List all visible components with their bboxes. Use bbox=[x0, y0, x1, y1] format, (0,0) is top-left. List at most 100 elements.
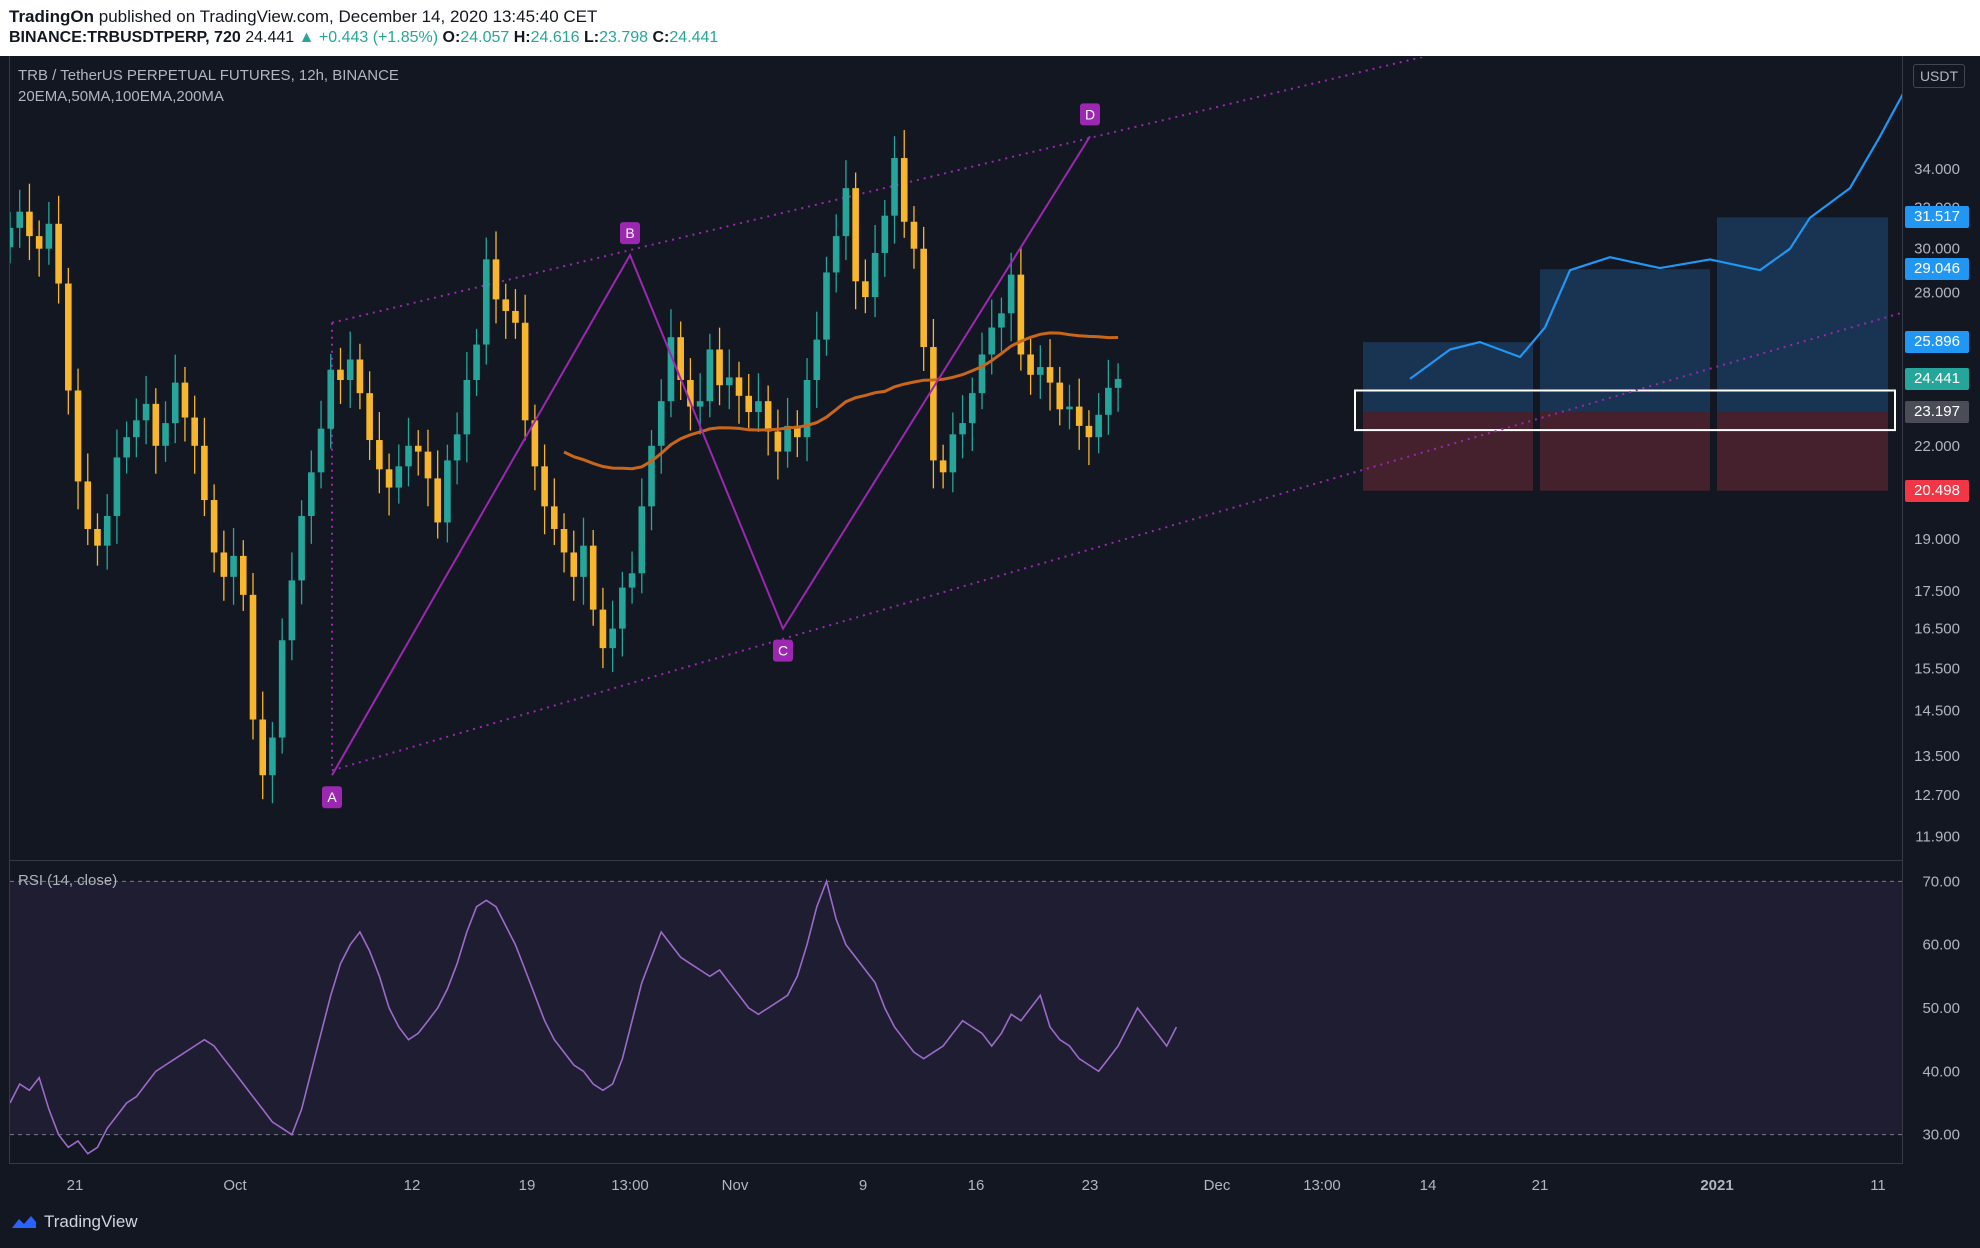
candle-body bbox=[959, 423, 966, 435]
candle-body bbox=[832, 236, 840, 273]
price-tag: 24.441 bbox=[1905, 367, 1969, 390]
pattern-point-label: B bbox=[625, 225, 634, 241]
indicators-label[interactable]: 20EMA,50MA,100EMA,200MA bbox=[18, 88, 224, 105]
time-tick-label: 19 bbox=[519, 1177, 536, 1194]
candle-body bbox=[852, 188, 859, 282]
price-tick-label: 15.500 bbox=[1914, 660, 1960, 677]
candle-body bbox=[492, 259, 500, 300]
candle-body bbox=[278, 640, 286, 738]
published-text: published on TradingView.com, December 1… bbox=[98, 7, 598, 26]
candle-body bbox=[1037, 367, 1044, 375]
candle-body bbox=[1007, 274, 1015, 314]
open-value: 24.057 bbox=[460, 29, 510, 46]
candle-body bbox=[317, 428, 325, 473]
candle-body bbox=[638, 506, 646, 574]
up-triangle-icon: ▲ bbox=[298, 29, 315, 46]
price-tag: 23.197 bbox=[1905, 401, 1969, 424]
currency-button[interactable]: USDT bbox=[1913, 64, 1965, 88]
candle-body bbox=[201, 445, 208, 501]
stop-zone-box bbox=[1540, 412, 1710, 491]
price-chart[interactable]: A B C D 11.900 12.700 13.500 14.500 15.500 16.50… bbox=[0, 56, 1980, 1195]
candle-body bbox=[1095, 414, 1102, 438]
candle-body bbox=[628, 573, 636, 588]
price-tick-label: 14.500 bbox=[1914, 703, 1960, 720]
candle-body bbox=[298, 515, 305, 581]
candle-body bbox=[84, 481, 92, 529]
candle-body bbox=[239, 555, 247, 595]
candle-body bbox=[9, 227, 14, 248]
rsi-tick-label: 70.00 bbox=[1922, 873, 1960, 890]
candle-body bbox=[871, 252, 879, 298]
stop-zone-box bbox=[1363, 412, 1533, 491]
candle-body bbox=[570, 552, 578, 577]
time-tick-label: 9 bbox=[859, 1177, 867, 1194]
footer: TradingView bbox=[0, 1195, 1980, 1248]
publisher-name[interactable]: TradingOn bbox=[9, 7, 94, 26]
price-tick-label: 22.000 bbox=[1914, 438, 1960, 455]
pane-separator[interactable] bbox=[9, 860, 1902, 861]
price-tag: 31.517 bbox=[1905, 206, 1969, 229]
candle-body bbox=[26, 211, 33, 237]
candle-body bbox=[414, 445, 422, 452]
candle-body bbox=[133, 420, 140, 438]
candle-body bbox=[512, 310, 519, 323]
candle-body bbox=[376, 440, 383, 470]
abcd-pattern-line[interactable] bbox=[331, 135, 1091, 776]
time-tick-label: 21 bbox=[67, 1177, 84, 1194]
candle-body bbox=[764, 401, 772, 432]
candle-body bbox=[696, 401, 704, 407]
price-tick-label: 12.700 bbox=[1914, 787, 1960, 804]
channel-upper-line[interactable] bbox=[331, 56, 1450, 324]
close-label: C: bbox=[652, 29, 670, 46]
price-tick-label: 13.500 bbox=[1914, 748, 1960, 765]
rsi-band bbox=[10, 881, 1902, 1135]
candle-body bbox=[657, 401, 665, 446]
candle-body bbox=[220, 552, 228, 577]
candle-body bbox=[813, 339, 821, 380]
tradingview-logo[interactable]: TradingView bbox=[10, 1209, 138, 1235]
candle-body bbox=[551, 506, 558, 529]
candle-body bbox=[755, 401, 762, 413]
time-tick-label: 13:00 bbox=[611, 1177, 649, 1194]
low-label: L: bbox=[584, 29, 600, 46]
last-price: 24.441 bbox=[245, 29, 295, 46]
candle-body bbox=[706, 349, 714, 402]
candle-body bbox=[395, 466, 403, 488]
candle-body bbox=[171, 382, 179, 424]
candle-body bbox=[308, 472, 315, 516]
candle-body bbox=[473, 344, 480, 380]
price-tag: 20.498 bbox=[1905, 479, 1969, 502]
candle-body bbox=[35, 236, 43, 249]
target-zone-box bbox=[1717, 217, 1888, 413]
candle-body bbox=[123, 437, 130, 458]
candle-body bbox=[259, 719, 267, 776]
candle-body bbox=[609, 628, 616, 649]
candle-body bbox=[1027, 354, 1034, 375]
time-tick-label: 12 bbox=[404, 1177, 421, 1194]
left-border bbox=[9, 56, 10, 1164]
candle-body bbox=[346, 359, 354, 380]
candle-body bbox=[648, 445, 655, 507]
low-value: 23.798 bbox=[599, 29, 649, 46]
pattern-point-label: C bbox=[778, 643, 788, 659]
rsi-label[interactable]: RSI (14, close) bbox=[18, 872, 117, 889]
publish-line: TradingOn published on TradingView.com, … bbox=[9, 7, 597, 27]
candle-body bbox=[55, 223, 62, 284]
price-tick-label: 34.000 bbox=[1914, 161, 1960, 178]
ohlc-line: BINANCE:TRBUSDTPERP, 720 24.441 ▲ +0.443… bbox=[9, 29, 718, 47]
pane-title: TRB / TetherUS PERPETUAL FUTURES, 12h, B… bbox=[18, 67, 399, 84]
candle-body bbox=[1105, 387, 1112, 415]
candle-body bbox=[16, 211, 24, 228]
candle-body bbox=[910, 221, 918, 249]
price-axis-border bbox=[1902, 56, 1903, 1164]
time-tick-label: 2021 bbox=[1700, 1177, 1733, 1194]
high-value: 24.616 bbox=[530, 29, 580, 46]
candle-body bbox=[502, 299, 510, 311]
candle-body bbox=[968, 393, 976, 424]
candle-body bbox=[142, 403, 150, 421]
close-value: 24.441 bbox=[669, 29, 719, 46]
candle-body bbox=[181, 382, 189, 418]
moving-average-line[interactable] bbox=[563, 331, 1119, 471]
candle-body bbox=[745, 395, 753, 413]
time-tick-label: Oct bbox=[223, 1177, 247, 1194]
